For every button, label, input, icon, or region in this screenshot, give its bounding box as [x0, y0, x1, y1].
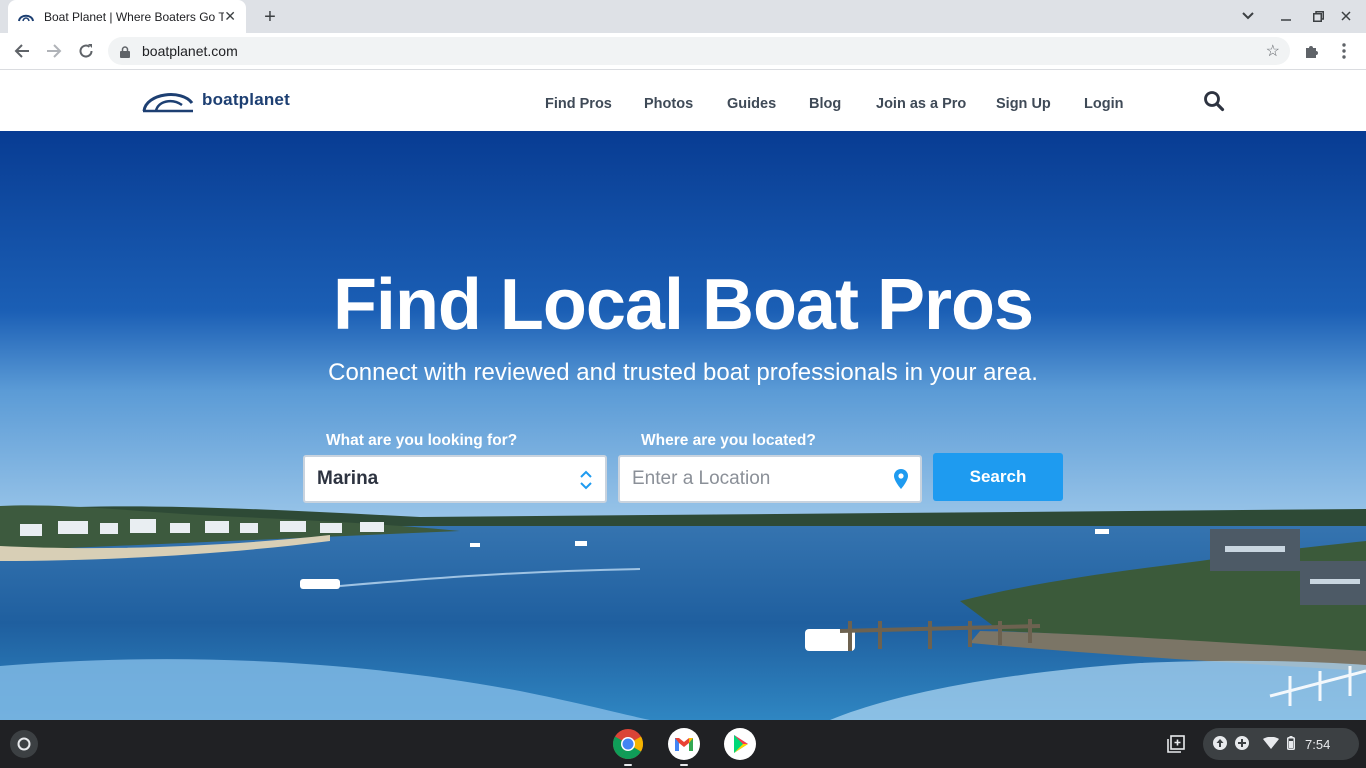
upload-status-icon — [1213, 735, 1227, 753]
tab-close-icon[interactable]: ✕ — [224, 8, 236, 25]
minimize-icon[interactable] — [1276, 6, 1296, 26]
logo-text: boatplanet — [202, 90, 290, 109]
lock-icon — [120, 45, 132, 58]
browser-toolbar: boatplanet.com ☆ — [0, 33, 1366, 70]
tab-title: Boat Planet | Where Boaters Go T — [44, 9, 224, 24]
nav-blog[interactable]: Blog — [809, 96, 841, 112]
chrome-running-indicator — [624, 764, 632, 766]
system-tray[interactable]: 7:54 — [1203, 728, 1359, 760]
search-button[interactable]: Search — [933, 453, 1063, 501]
extensions-puzzle-icon[interactable] — [1300, 39, 1324, 63]
nav-find-pros[interactable]: Find Pros — [545, 96, 612, 112]
browser-menu-icon[interactable] — [1332, 39, 1356, 63]
looking-for-label: What are you looking for? — [326, 432, 518, 449]
reload-icon[interactable] — [74, 39, 98, 63]
new-tab-icon[interactable]: + — [258, 5, 282, 29]
looking-for-select[interactable]: Marina — [303, 455, 607, 503]
tab-search-chevron-icon[interactable] — [1238, 6, 1258, 26]
hero-title: Find Local Boat Pros — [332, 265, 1034, 345]
clock-time: 7:54 — [1305, 736, 1331, 752]
add-status-icon — [1235, 735, 1249, 753]
location-field[interactable]: Enter a Location — [618, 455, 922, 503]
looking-for-value: Marina — [317, 468, 379, 489]
bookmark-star-icon[interactable]: ☆ — [1266, 41, 1280, 61]
gmail-running-indicator — [680, 764, 688, 766]
wifi-icon — [1263, 736, 1279, 752]
play-store-icon[interactable] — [724, 728, 756, 760]
nav-photos[interactable]: Photos — [644, 96, 693, 112]
location-placeholder: Enter a Location — [632, 468, 771, 489]
address-bar[interactable]: boatplanet.com ☆ — [108, 37, 1290, 65]
tote-icon[interactable] — [1162, 730, 1190, 758]
site-search-icon[interactable] — [1203, 90, 1225, 112]
nav-sign-up[interactable]: Sign Up — [996, 96, 1051, 112]
hero-harbor-background — [0, 131, 1366, 720]
boatplanet-logo-icon — [142, 93, 194, 113]
hero-section: Find Local Boat Pros Connect with review… — [0, 131, 1366, 720]
browser-tab[interactable]: Boat Planet | Where Boaters Go T ✕ — [8, 0, 246, 33]
nav-login[interactable]: Login — [1084, 96, 1123, 112]
site-logo[interactable]: boatplanet — [142, 87, 290, 113]
battery-icon — [1287, 735, 1295, 753]
gmail-icon[interactable] — [668, 728, 700, 766]
browser-tabstrip: Boat Planet | Where Boaters Go T ✕ + — [0, 0, 1366, 33]
os-shelf: 7:54 — [0, 720, 1366, 768]
location-label: Where are you located? — [641, 432, 816, 449]
launcher-icon[interactable] — [10, 730, 38, 758]
close-window-icon[interactable] — [1336, 6, 1356, 26]
chrome-icon[interactable] — [612, 728, 644, 766]
nav-guides[interactable]: Guides — [727, 96, 776, 112]
map-pin-icon — [894, 469, 908, 494]
boatplanet-favicon-icon — [18, 9, 34, 25]
forward-icon[interactable] — [42, 39, 66, 63]
select-updown-chevron-icon — [579, 469, 593, 496]
url-text: boatplanet.com — [142, 43, 238, 59]
back-icon[interactable] — [10, 39, 34, 63]
site-header: boatplanet Find Pros Photos Guides Blog … — [0, 71, 1366, 131]
restore-icon[interactable] — [1308, 6, 1328, 26]
hero-subtitle: Connect with reviewed and trusted boat p… — [328, 359, 1038, 386]
nav-join-as-a-pro[interactable]: Join as a Pro — [876, 96, 966, 112]
